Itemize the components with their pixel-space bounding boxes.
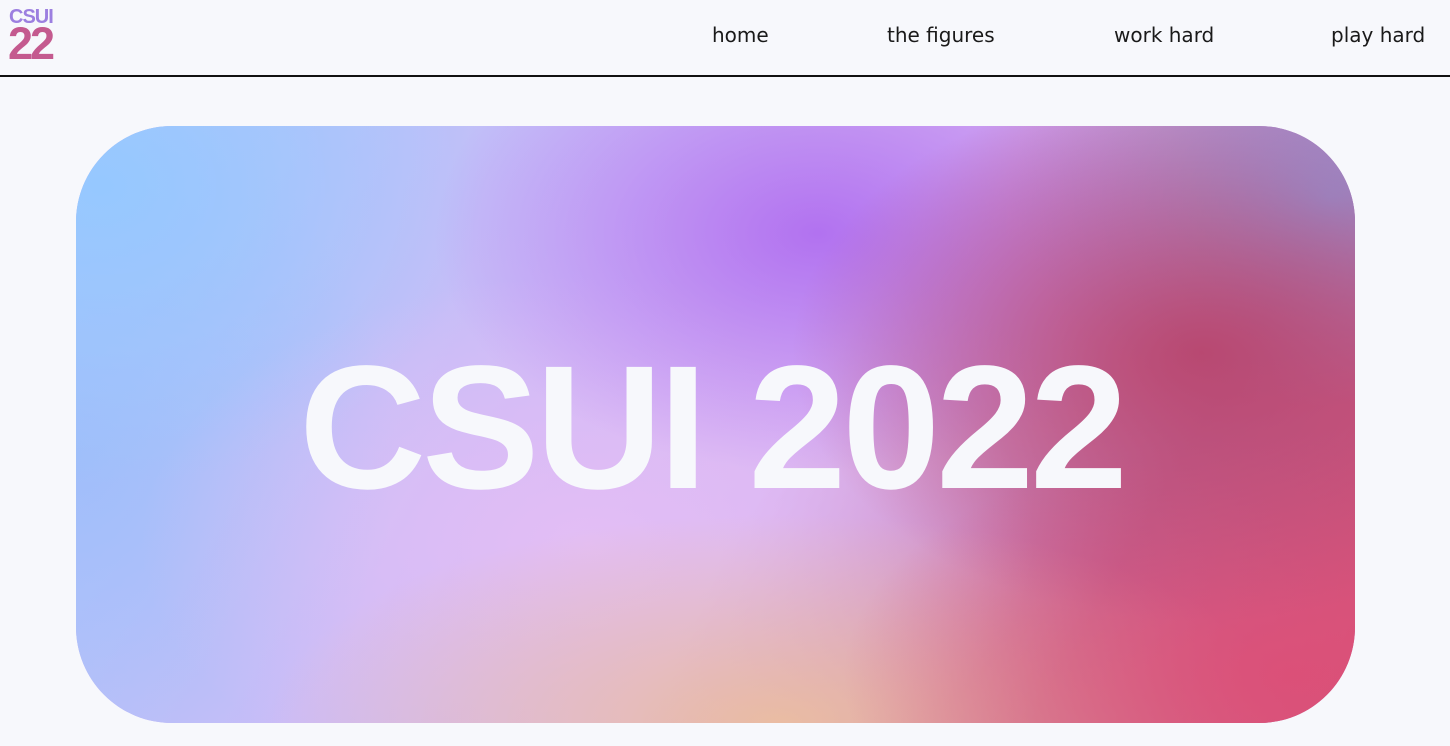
nav-link-the-figures[interactable]: the figures bbox=[887, 22, 995, 48]
hero-banner: CSUI 2022 bbox=[76, 126, 1355, 723]
nav-link-work-hard[interactable]: work hard bbox=[1114, 22, 1214, 48]
main-nav: home the figures work hard play hard bbox=[0, 22, 1450, 50]
nav-link-play-hard[interactable]: play hard bbox=[1331, 22, 1425, 48]
page: CSUI 22 home the figures work hard play … bbox=[0, 0, 1450, 746]
hero-title: CSUI 2022 bbox=[299, 329, 1128, 526]
site-header: CSUI 22 home the figures work hard play … bbox=[0, 0, 1450, 77]
nav-link-home[interactable]: home bbox=[712, 22, 769, 48]
